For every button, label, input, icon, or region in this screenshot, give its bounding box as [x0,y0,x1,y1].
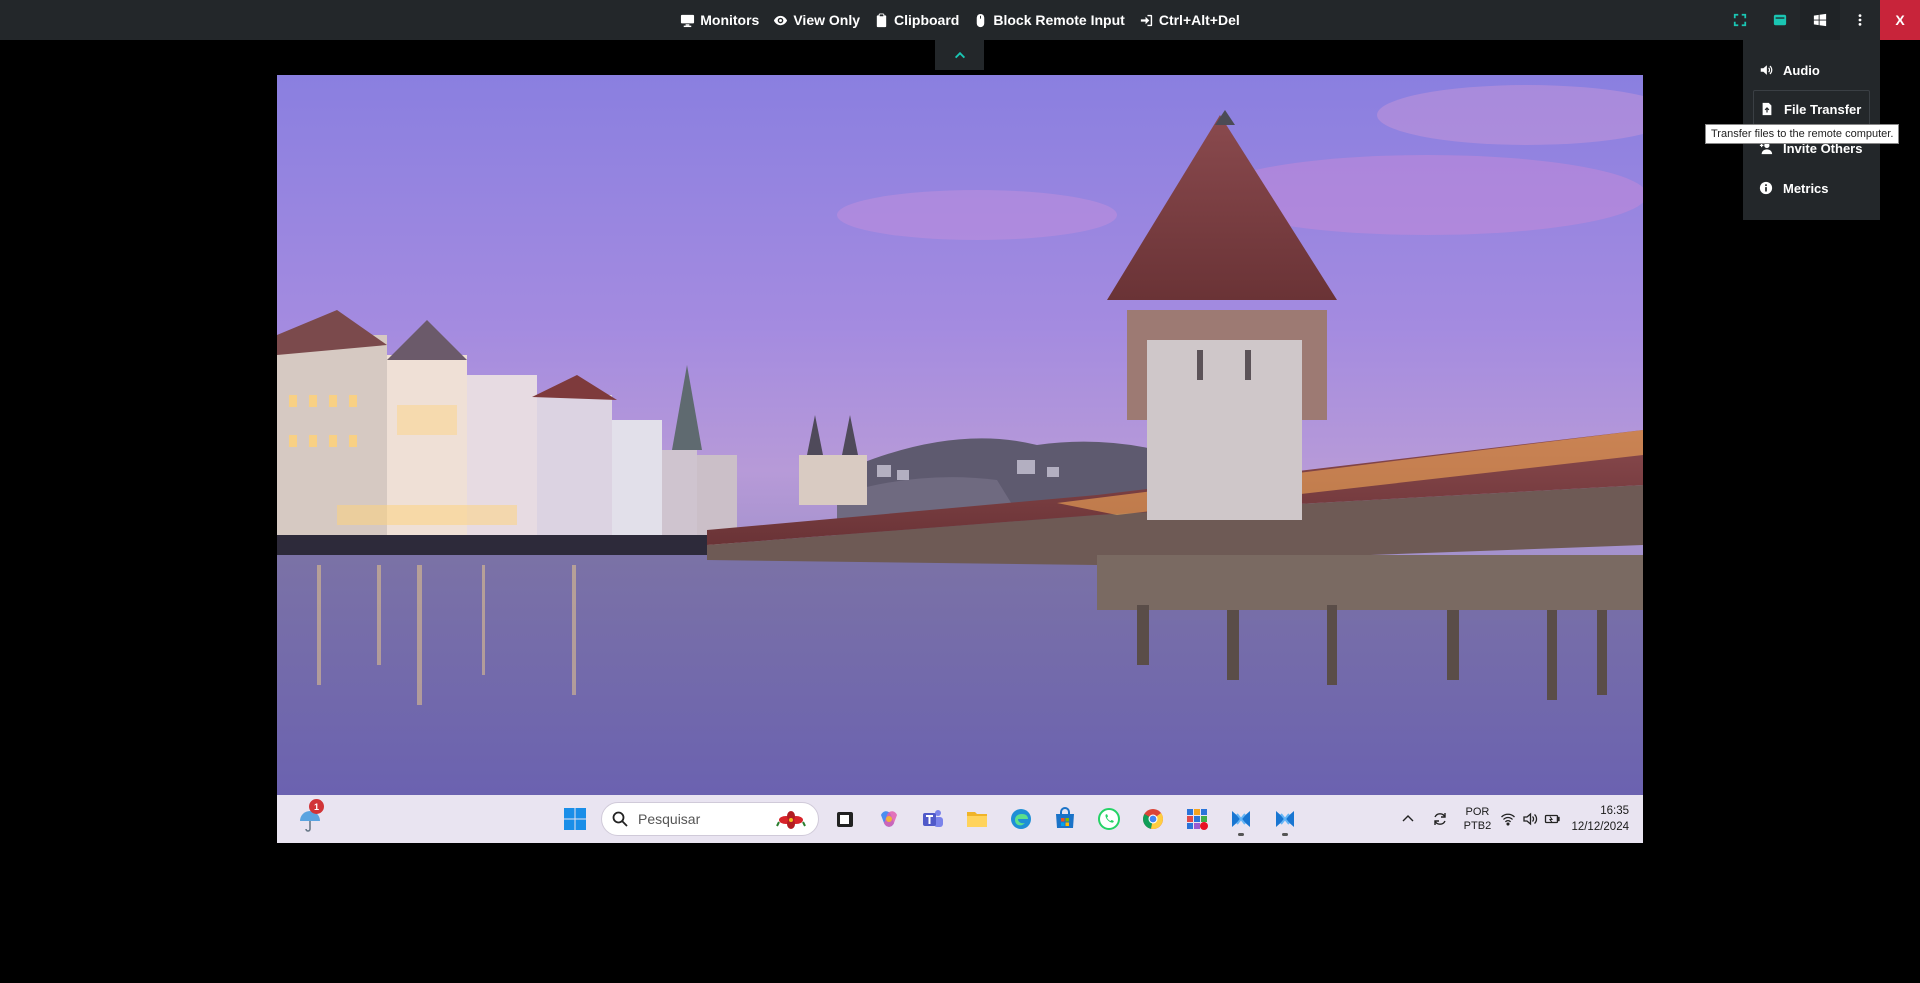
search-placeholder: Pesquisar [638,811,701,827]
remote-app-button[interactable] [1267,801,1303,837]
remote-app-icon [1232,811,1250,827]
edge-button[interactable] [1003,801,1039,837]
collapse-toolbar-tab[interactable] [935,40,984,70]
sync-button[interactable] [1423,795,1457,843]
copilot-icon [881,811,897,827]
system-tray: POR PTB2 16:35 12/12/2024 [1393,795,1643,843]
whatsapp-button[interactable] [1091,801,1127,837]
file-explorer-button[interactable] [959,801,995,837]
more-vertical-icon [1858,14,1862,26]
clock-time: 16:35 [1600,805,1629,817]
app-grid-button[interactable] [1179,801,1215,837]
close-label: X [1895,12,1905,28]
view-only-label: View Only [793,12,861,28]
sync-icon [1434,813,1447,825]
clock-date: 12/12/2024 [1571,821,1629,833]
desktop-wallpaper [277,75,1643,795]
battery-icon [1545,814,1561,824]
input-language-button[interactable]: POR PTB2 [1457,795,1497,843]
teams-icon [923,810,943,827]
teams-button[interactable] [915,801,951,837]
windows-icon [1813,13,1827,27]
close-button[interactable]: X [1880,0,1920,40]
menu-item-metrics[interactable]: Metrics [1743,168,1880,208]
remote-taskbar: 1 Pesquisar POR PTB2 16:35 12/12/2024 [277,795,1643,843]
whatsapp-icon [1098,808,1120,830]
clipboard-button[interactable]: Clipboard [874,12,959,28]
clock[interactable]: 16:35 12/12/2024 [1563,795,1643,843]
app-grid-icon [1187,809,1208,830]
remote-app-button[interactable] [1223,801,1259,837]
file-upload-icon [1762,102,1772,116]
menu-item-label: File Transfer [1784,101,1862,117]
remote-screen[interactable]: 1 Pesquisar POR PTB2 16:35 12/12/2024 [277,75,1643,843]
windows-key-button[interactable] [1800,0,1840,40]
keyboard-button[interactable] [1760,0,1800,40]
edge-icon [1011,809,1031,829]
search-icon [612,811,628,827]
menu-item-audio[interactable]: Audio [1743,50,1880,90]
poinsettia-icon [776,811,806,829]
speaker-icon [1523,812,1538,826]
show-hidden-icons-button[interactable] [1393,795,1423,843]
block-remote-input-button[interactable]: Block Remote Input [973,12,1125,28]
windows-start-icon [564,808,586,830]
view-only-button[interactable]: View Only [773,12,860,28]
store-icon [1056,807,1074,828]
start-button[interactable] [557,801,593,837]
clipboard-label: Clipboard [894,12,960,28]
task-view-button[interactable] [827,801,863,837]
remote-desktop-viewer: Monitors View Only Clipboard Block Remot… [0,0,1920,983]
language-code: POR [1465,806,1490,818]
menu-item-label: Metrics [1783,180,1829,196]
monitor-icon [681,14,695,27]
chevron-up-icon [954,51,965,59]
copilot-button[interactable] [871,801,907,837]
info-icon [1759,181,1773,195]
taskbar-search[interactable]: Pesquisar [601,802,819,836]
store-button[interactable] [1047,801,1083,837]
toolbar-actions: Monitors View Only Clipboard Block Remot… [0,0,1920,40]
notification-badge: 1 [309,799,324,814]
menu-item-file-transfer[interactable]: File Transfer [1753,90,1870,128]
task-view-icon [837,812,853,827]
monitors-button[interactable]: Monitors [680,12,759,28]
fit-screen-icon [1733,13,1747,27]
viewer-toolbar: Monitors View Only Clipboard Block Remot… [0,0,1920,40]
eye-icon [774,15,788,25]
taskbar-apps: Pesquisar [557,795,1303,843]
remote-app-icon [1276,811,1294,827]
chrome-icon [1143,809,1163,830]
wifi-icon [1501,813,1516,826]
keyboard-layout: PTB2 [1463,820,1492,832]
quick-settings-button[interactable] [1497,795,1563,843]
toolbar-right-buttons: X [1720,0,1920,40]
file-explorer-icon [967,812,987,827]
chevron-up-icon [1402,815,1414,822]
clipboard-icon [876,12,887,27]
chrome-button[interactable] [1135,801,1171,837]
file-transfer-tooltip: Transfer files to the remote computer. [1705,124,1900,144]
running-indicator [1282,833,1288,836]
running-indicator [1238,833,1244,836]
volume-icon [1760,65,1773,75]
ctrl-alt-del-button[interactable]: Ctrl+Alt+Del [1139,12,1240,28]
sign-in-icon [1140,14,1152,26]
keyboard-icon [1773,14,1787,26]
block-remote-input-label: Block Remote Input [993,12,1125,28]
monitors-label: Monitors [700,12,760,28]
menu-item-label: Audio [1783,62,1820,78]
mouse-icon [977,13,985,27]
more-options-button[interactable] [1840,0,1880,40]
ctrl-alt-del-label: Ctrl+Alt+Del [1158,12,1240,28]
fit-screen-button[interactable] [1720,0,1760,40]
